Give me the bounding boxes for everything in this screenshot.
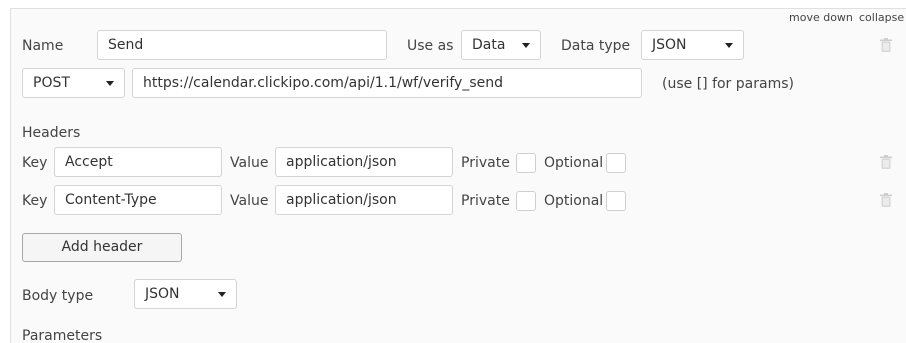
delete-header-trash-icon[interactable] [880,193,892,207]
data-type-label: Data type [561,38,631,54]
header-key-input[interactable]: Content-Type [54,185,222,215]
use-as-label: Use as [407,38,454,54]
headers-title: Headers [22,125,81,141]
chevron-down-icon [725,43,733,48]
header-value-input[interactable]: application/json [275,147,453,177]
header-key-label: Key [22,155,48,171]
header-key-input[interactable]: Accept [54,147,222,177]
body-type-select[interactable]: JSON [134,279,237,309]
method-value: POST [33,75,70,91]
header-optional-label: Optional [544,155,604,171]
parameters-title: Parameters [22,328,103,343]
chevron-down-icon [106,81,114,86]
add-header-button[interactable]: Add header [22,233,182,262]
delete-header-trash-icon[interactable] [880,155,892,169]
move-down-link[interactable]: move down [789,11,853,24]
header-key-label: Key [22,193,48,209]
delete-call-trash-icon[interactable] [880,38,892,52]
header-value-label: Value [230,155,269,171]
header-optional-label: Optional [544,193,604,209]
collapse-link[interactable]: collapse [859,11,904,24]
use-as-select[interactable]: Data [461,30,541,60]
header-optional-checkbox[interactable] [606,153,626,173]
name-label: Name [22,38,64,54]
header-value-input[interactable]: application/json [275,185,453,215]
url-input[interactable]: https://calendar.clickipo.com/api/1.1/wf… [132,68,642,98]
use-as-value: Data [472,37,506,53]
header-private-label: Private [461,155,510,171]
header-optional-checkbox[interactable] [606,191,626,211]
method-select[interactable]: POST [22,68,125,98]
body-type-label: Body type [22,288,94,304]
params-hint: (use [] for params) [662,76,794,92]
data-type-select[interactable]: JSON [641,30,744,60]
header-private-checkbox[interactable] [516,153,536,173]
header-private-label: Private [461,193,510,209]
chevron-down-icon [218,292,226,297]
header-private-checkbox[interactable] [516,191,536,211]
body-type-value: JSON [145,286,180,302]
data-type-value: JSON [652,37,687,53]
chevron-down-icon [522,43,530,48]
header-value-label: Value [230,193,269,209]
name-input[interactable]: Send [97,30,387,60]
